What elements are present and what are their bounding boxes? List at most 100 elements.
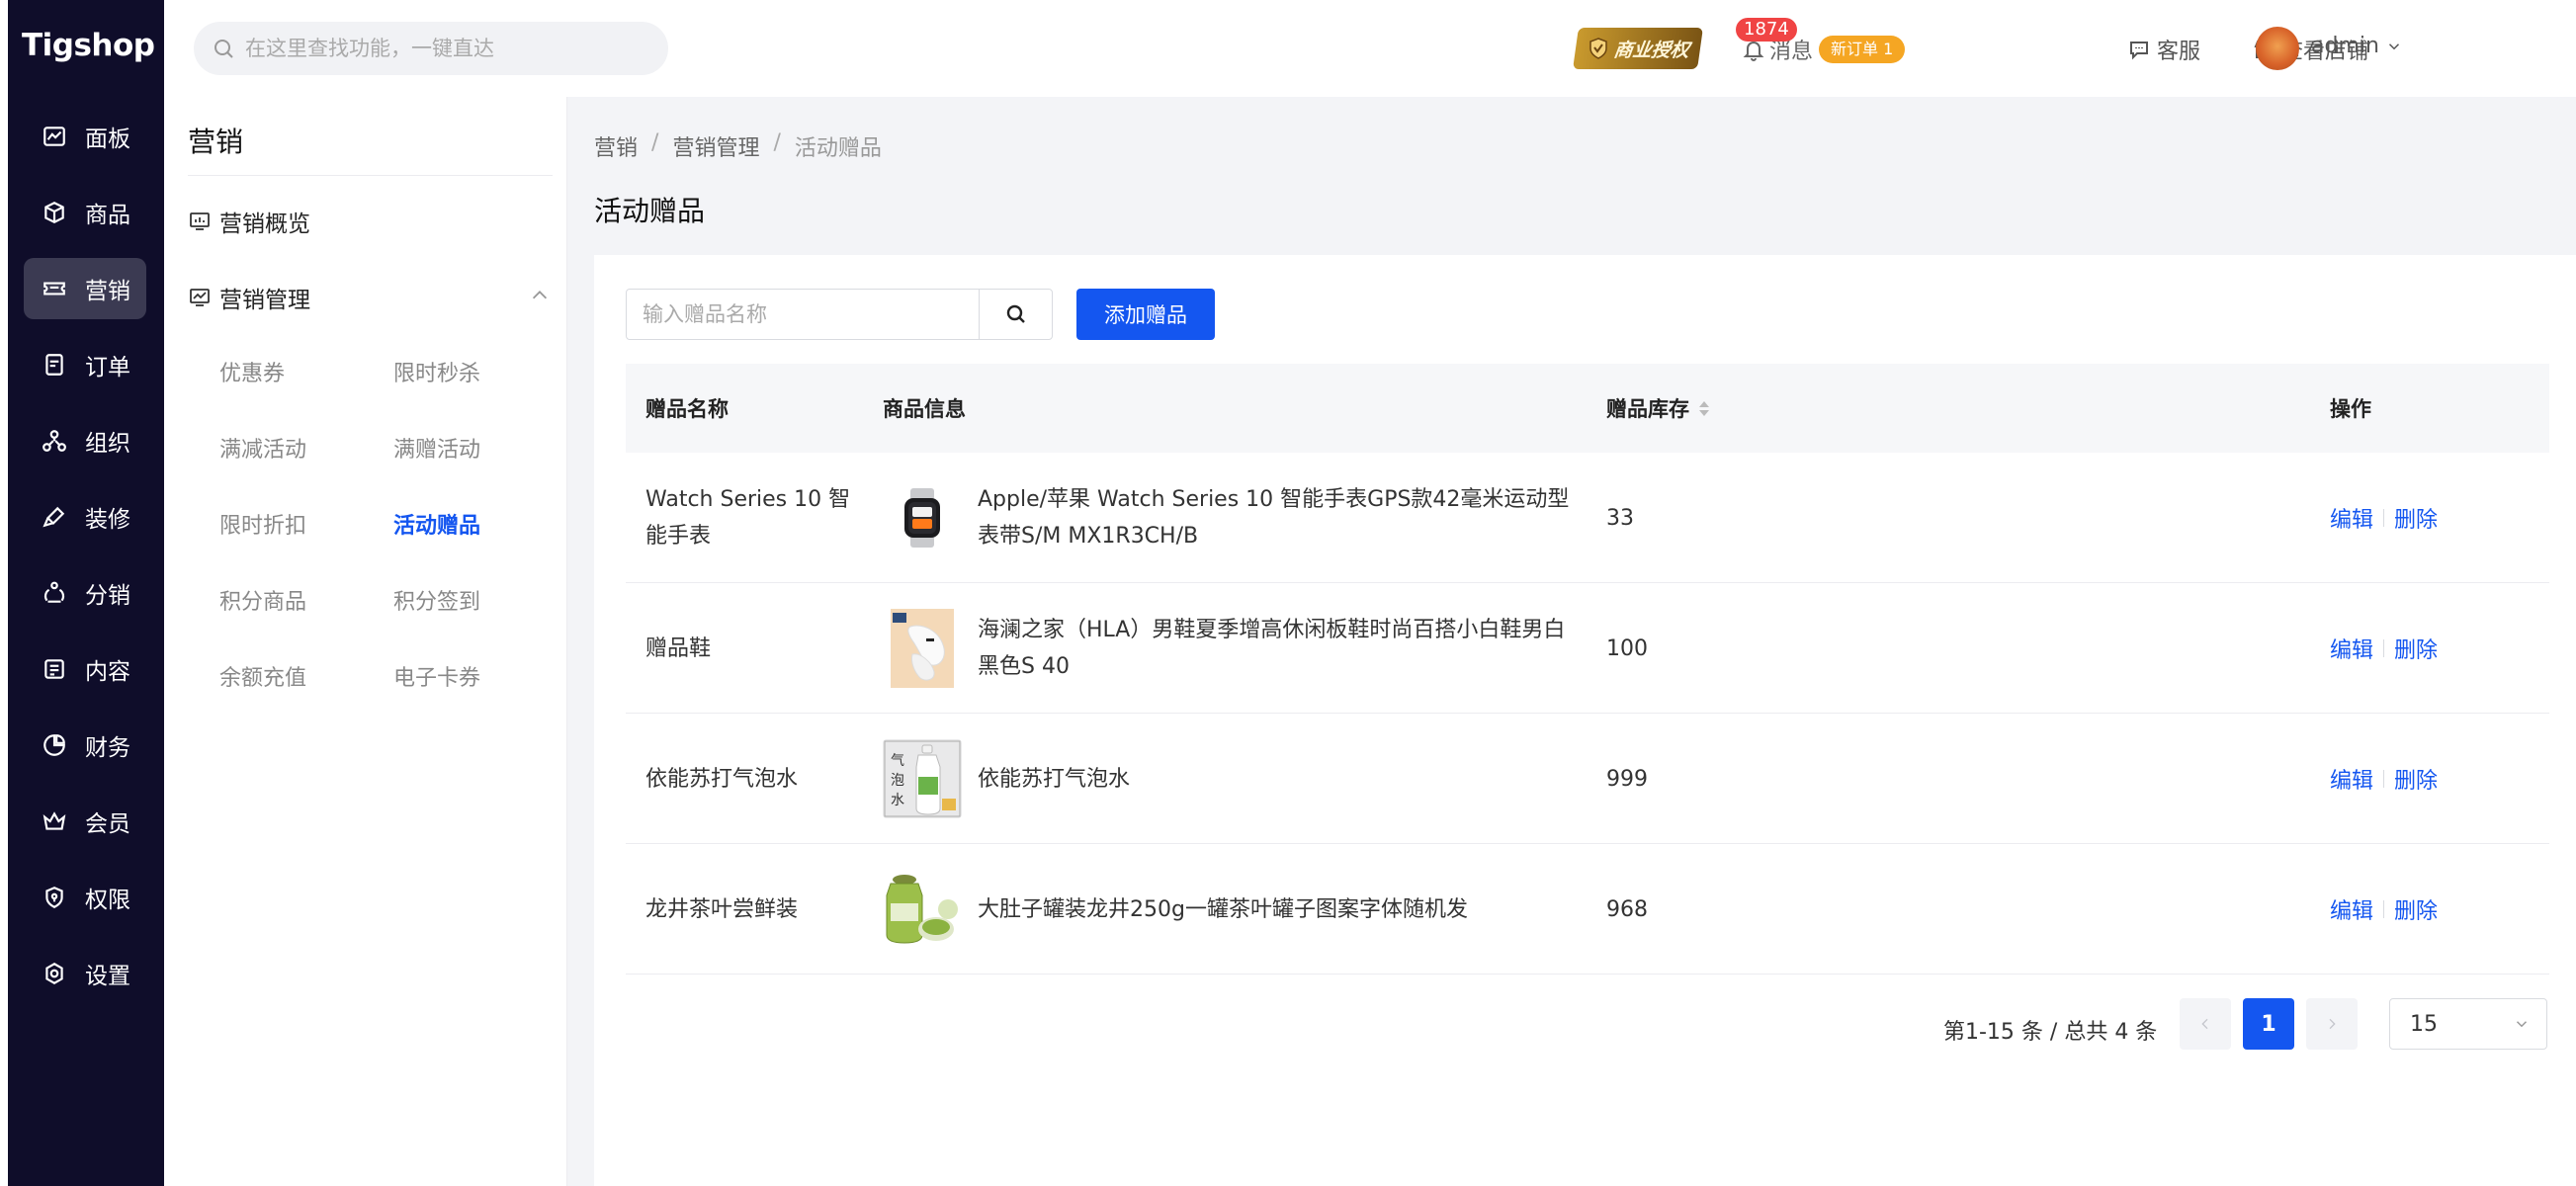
license-label: 商业授权	[1612, 39, 1691, 61]
chevron-down-icon	[2516, 1021, 2528, 1028]
sidebar-item-organization[interactable]: 组织	[24, 410, 146, 471]
avatar[interactable]	[2256, 27, 2299, 70]
new-order-badge[interactable]: 新订单 1	[1819, 36, 1906, 63]
sidebar-item-products[interactable]: 商品	[24, 182, 146, 243]
monitor-trend-icon	[188, 286, 212, 309]
product-thumbnail-tea	[883, 870, 962, 949]
sidebar-item-distribution[interactable]: 分销	[24, 562, 146, 624]
sidebar-item-marketing[interactable]: 营销	[24, 258, 146, 319]
global-search-input[interactable]	[245, 37, 621, 60]
sidebar-item-label: 内容	[85, 659, 130, 685]
edit-button[interactable]: 编辑	[2330, 893, 2373, 925]
divider	[2383, 900, 2385, 918]
org-icon	[40, 426, 69, 456]
delete-button[interactable]: 删除	[2394, 763, 2438, 795]
share-icon	[40, 578, 69, 608]
next-page-button[interactable]	[2306, 998, 2358, 1050]
search-icon	[1006, 304, 1025, 323]
subnav-link-flash-sale[interactable]: 限时秒杀	[393, 356, 480, 387]
sidebar-item-label: 分销	[85, 583, 130, 609]
sort-icon[interactable]	[1699, 400, 1709, 416]
table-header: 赠品名称 商品信息 赠品库存 操作	[626, 364, 2549, 453]
subnav-item-overview[interactable]: 营销概览	[188, 202, 310, 241]
breadcrumb-item[interactable]: 营销	[594, 130, 638, 162]
divider	[2383, 509, 2385, 527]
license-badge[interactable]: 商业授权	[1573, 28, 1703, 69]
page-button-current[interactable]: 1	[2243, 998, 2294, 1050]
subnav-link-gifts[interactable]: 活动赠品	[393, 508, 480, 540]
subnav-link-full-gift[interactable]: 满赠活动	[393, 432, 480, 464]
gift-name-filter[interactable]	[626, 289, 980, 340]
pagination-summary: 第1-15 条 / 总共 4 条	[1943, 1020, 2158, 1045]
prev-page-button[interactable]	[2180, 998, 2231, 1050]
user-menu[interactable]: admin	[2311, 34, 2403, 58]
add-gift-button[interactable]: 添加赠品	[1076, 289, 1215, 340]
sidebar-item-finance[interactable]: 财务	[24, 715, 146, 776]
product-info-cell: 海澜之家（HLA）男鞋夏季增高休闲板鞋时尚百搭小白鞋男白黑色S 40	[978, 618, 1566, 679]
gift-list-card: 添加赠品 赠品名称 商品信息 赠品库存 操作 Watch Series 10 智…	[594, 255, 2576, 1186]
sidebar-item-label: 营销	[85, 279, 130, 304]
edit-button[interactable]: 编辑	[2330, 633, 2373, 664]
top-bar	[164, 0, 2576, 97]
breadcrumb-separator: /	[651, 130, 659, 155]
chevron-down-icon	[2388, 42, 2399, 49]
sidebar-item-members[interactable]: 会员	[24, 791, 146, 852]
gift-name-input[interactable]	[627, 302, 953, 326]
search-icon	[212, 37, 235, 60]
table-row: 赠品鞋 海澜之家（HLA）男鞋夏季增高休闲板鞋时尚百搭小白鞋男白黑色S 40 1…	[626, 583, 2549, 714]
filter-search-button[interactable]	[979, 289, 1053, 340]
subnav-link-points-checkin[interactable]: 积分签到	[393, 584, 480, 616]
subnav-link-balance-recharge[interactable]: 余额充值	[219, 660, 306, 692]
customer-service-link[interactable]: 客服	[2127, 34, 2200, 65]
sidebar-item-dashboard[interactable]: 面板	[24, 106, 146, 167]
gift-name-cell: 依能苏打气泡水	[645, 766, 799, 792]
delete-button[interactable]: 删除	[2394, 633, 2438, 664]
delete-button[interactable]: 删除	[2394, 502, 2438, 534]
page-size-select[interactable]: 15	[2389, 998, 2547, 1050]
divider	[188, 175, 553, 176]
customer-service-label: 客服	[2157, 40, 2201, 64]
sidebar-item-content[interactable]: 内容	[24, 638, 146, 700]
column-header-actions: 操作	[2330, 397, 2371, 421]
subnav-group-management[interactable]: 营销管理	[188, 278, 310, 317]
gift-table: 赠品名称 商品信息 赠品库存 操作 Watch Series 10 智能手表 A…	[626, 364, 2549, 974]
svg-text:气: 气	[891, 753, 904, 769]
subnav-overview-label: 营销概览	[219, 212, 310, 237]
sidebar-item-orders[interactable]: 订单	[24, 334, 146, 395]
actions-cell: 编辑 删除	[2330, 714, 2438, 844]
product-info-cell: 依能苏打气泡水	[978, 766, 1131, 792]
global-search[interactable]	[194, 22, 668, 75]
subnav-link-points-products[interactable]: 积分商品	[219, 584, 306, 616]
breadcrumb-item[interactable]: 营销管理	[672, 130, 759, 162]
chevron-left-icon	[2201, 1018, 2208, 1030]
marketing-subnav: 营销 营销概览 营销管理 优惠券 限时秒杀 满减活动 满赠活动 限时折扣 活动赠…	[164, 97, 567, 1186]
sidebar-item-label: 订单	[85, 355, 130, 381]
sidebar-item-label: 会员	[85, 811, 130, 837]
breadcrumb-separator: /	[773, 130, 781, 155]
delete-button[interactable]: 删除	[2394, 893, 2438, 925]
edit-button[interactable]: 编辑	[2330, 502, 2373, 534]
brush-icon	[40, 502, 69, 532]
settings-icon	[40, 959, 69, 988]
subnav-link-full-reduction[interactable]: 满减活动	[219, 432, 306, 464]
column-header-stock[interactable]: 赠品库存	[1606, 393, 1709, 423]
subnav-link-e-cards[interactable]: 电子卡券	[393, 660, 480, 692]
subnav-management-label: 营销管理	[219, 288, 310, 313]
svg-text:泡: 泡	[891, 773, 904, 789]
app-logo[interactable]: Tigshop	[22, 28, 155, 67]
product-thumbnail-bottle: 气 泡 水	[883, 739, 962, 818]
breadcrumb-current: 活动赠品	[794, 136, 882, 161]
user-name: admin	[2311, 34, 2379, 58]
subnav-link-coupons[interactable]: 优惠券	[219, 356, 285, 387]
sidebar-item-decoration[interactable]: 装修	[24, 486, 146, 548]
column-header-info: 商品信息	[883, 397, 966, 421]
box-icon	[40, 198, 69, 227]
edit-button[interactable]: 编辑	[2330, 763, 2373, 795]
chevron-up-icon[interactable]	[529, 285, 551, 306]
product-info-cell: Apple/苹果 Watch Series 10 智能手表GPS款42毫米运动型…	[978, 487, 1570, 549]
sidebar-item-permissions[interactable]: 权限	[24, 867, 146, 928]
table-row: 依能苏打气泡水 气 泡 水 依能苏打气泡水 999 编辑 删除	[626, 714, 2549, 844]
sidebar-item-settings[interactable]: 设置	[24, 943, 146, 1004]
subnav-link-timed-discount[interactable]: 限时折扣	[219, 508, 306, 540]
ticket-icon	[40, 274, 69, 303]
